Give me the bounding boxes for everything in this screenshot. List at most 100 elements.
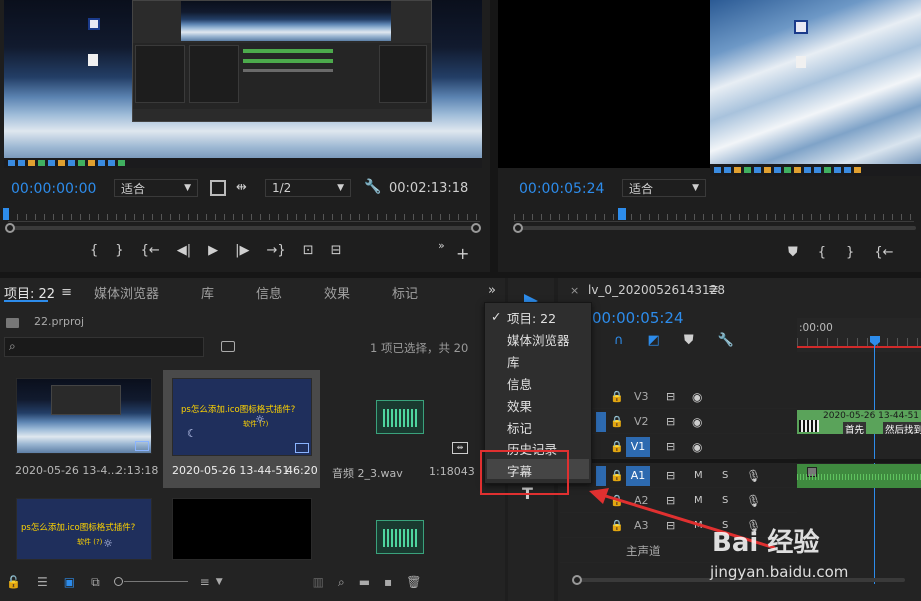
mark-out-icon[interactable]: } bbox=[115, 243, 123, 258]
overwrite-icon[interactable]: ⊟ bbox=[331, 243, 342, 258]
sort-icon[interactable]: ≡ bbox=[200, 575, 210, 589]
add-marker-icon[interactable]: ⛊ bbox=[788, 245, 798, 260]
menu-item-libraries[interactable]: 库 bbox=[507, 352, 520, 371]
source-fit-dropdown[interactable]: 适合 ▼ bbox=[114, 179, 198, 197]
go-to-in-icon[interactable]: {← bbox=[874, 245, 893, 260]
list-view-icon[interactable]: ☰ bbox=[37, 575, 48, 589]
add-button-icon[interactable]: + bbox=[456, 244, 469, 263]
project-item[interactable]: ps怎么添加.ico图标格式插件? 软件 (?) ☼ bbox=[4, 492, 162, 572]
go-to-in-icon[interactable]: {← bbox=[141, 243, 160, 258]
hamburger-icon[interactable]: ≡ bbox=[708, 282, 719, 297]
source-preview[interactable] bbox=[4, 0, 482, 168]
close-icon[interactable]: × bbox=[570, 284, 579, 297]
clear-icon[interactable]: 🗑 bbox=[406, 575, 421, 589]
step-forward-icon[interactable]: |▶ bbox=[235, 243, 249, 258]
track-v2[interactable]: 🔒 V2 ⊟ ◉ bbox=[560, 410, 797, 434]
video-clip[interactable]: 2020-05-26 13-44-51 [V] 首先 然后找到 bbox=[797, 410, 921, 434]
source-scrubber[interactable] bbox=[8, 210, 480, 222]
monitor-divider[interactable] bbox=[490, 0, 498, 272]
sync-icon[interactable]: ⊟ bbox=[666, 469, 675, 482]
play-icon[interactable]: ▶ bbox=[208, 243, 218, 258]
new-bin-icon[interactable] bbox=[221, 341, 235, 352]
mark-in-icon[interactable]: { bbox=[90, 243, 98, 258]
new-item-icon[interactable]: ▪ bbox=[384, 575, 392, 589]
tab-libraries[interactable]: 库 bbox=[201, 283, 214, 302]
sync-icon[interactable]: ⊟ bbox=[666, 415, 675, 428]
program-fit-dropdown[interactable]: 适合 ▼ bbox=[622, 179, 706, 197]
source-resolution-dropdown[interactable]: 1/2 ▼ bbox=[265, 179, 351, 197]
time-ruler[interactable]: :00:00 bbox=[797, 318, 921, 352]
menu-item-info[interactable]: 信息 bbox=[507, 374, 532, 393]
lock-icon[interactable]: 🔒 bbox=[610, 390, 624, 403]
safe-margins-icon[interactable] bbox=[210, 180, 226, 196]
project-item[interactable]: ⇹ 音频 2_3.wav 1:18043 bbox=[321, 370, 475, 488]
program-preview[interactable] bbox=[710, 0, 921, 176]
lock-icon[interactable]: 🔒 bbox=[610, 469, 624, 482]
zoom-slider[interactable] bbox=[113, 577, 188, 587]
step-icon[interactable]: ⇹ bbox=[236, 180, 247, 195]
freeform-view-icon[interactable]: ⧉ bbox=[91, 575, 100, 590]
program-zoom-handle-left[interactable] bbox=[513, 223, 523, 233]
solo-button[interactable]: S bbox=[722, 470, 728, 481]
scroll-handle-left[interactable] bbox=[572, 575, 582, 585]
insert-icon[interactable]: ⊡ bbox=[303, 243, 314, 258]
mark-in-icon[interactable]: { bbox=[818, 245, 826, 260]
source-zoom-handle-right[interactable] bbox=[471, 223, 481, 233]
linked-selection-icon[interactable]: ◩ bbox=[648, 333, 660, 348]
overflow-chevron-icon[interactable]: » bbox=[488, 283, 496, 298]
go-to-out-icon[interactable]: →} bbox=[267, 243, 286, 258]
tab-media-browser[interactable]: 媒体浏览器 bbox=[94, 283, 159, 302]
menu-item-effects[interactable]: 效果 bbox=[507, 396, 532, 415]
hamburger-icon[interactable]: ≡ bbox=[61, 285, 72, 300]
program-scrubber[interactable] bbox=[514, 210, 914, 222]
menu-item-markers[interactable]: 标记 bbox=[507, 418, 532, 437]
program-timecode[interactable]: 00:00:05:24 bbox=[519, 181, 604, 197]
source-timecode[interactable]: 00:00:00:00 bbox=[11, 181, 96, 197]
add-marker-icon[interactable]: ⛊ bbox=[684, 333, 694, 348]
lock-icon[interactable]: 🔒 bbox=[610, 440, 624, 453]
track-target[interactable] bbox=[596, 411, 606, 432]
source-zoom-bar[interactable] bbox=[8, 226, 480, 230]
sync-icon[interactable]: ⊟ bbox=[666, 440, 675, 453]
timeline-timecode[interactable]: 00:00:05:24 bbox=[592, 309, 684, 327]
tab-info[interactable]: 信息 bbox=[256, 283, 282, 302]
program-zoom-bar[interactable] bbox=[516, 226, 916, 230]
more-controls-icon[interactable]: » bbox=[438, 239, 445, 252]
step-back-icon[interactable]: ◀| bbox=[177, 243, 191, 258]
source-zoom-handle-left[interactable] bbox=[5, 223, 15, 233]
wrench-icon[interactable]: 🔧 bbox=[718, 333, 734, 348]
eye-icon[interactable]: ◉ bbox=[692, 440, 702, 454]
wrench-icon[interactable]: 🔧 bbox=[364, 179, 381, 195]
lock-icon[interactable]: 🔓 bbox=[6, 575, 21, 589]
lock-icon[interactable]: 🔒 bbox=[610, 415, 624, 428]
audio-clip[interactable] bbox=[797, 464, 921, 488]
track-v3[interactable]: 🔒 V3 ⊟ ◉ bbox=[560, 385, 797, 409]
mute-button[interactable]: M bbox=[694, 470, 703, 481]
automate-icon[interactable]: ▥ bbox=[313, 575, 324, 589]
icon-view-icon[interactable]: ▣ bbox=[64, 575, 75, 589]
mark-out-icon[interactable]: } bbox=[846, 245, 854, 260]
chevron-down-icon[interactable]: ▼ bbox=[216, 577, 223, 587]
project-item-selected[interactable]: ps怎么添加.ico图标格式插件? 软件 (?) ☾ ☼ 2020-05-26 … bbox=[163, 370, 320, 488]
project-item[interactable] bbox=[321, 492, 475, 572]
project-search-input[interactable]: ⌕ bbox=[4, 337, 204, 357]
menu-item-media-browser[interactable]: 媒体浏览器 bbox=[507, 330, 570, 349]
source-playhead[interactable] bbox=[3, 208, 9, 220]
program-playhead[interactable] bbox=[618, 208, 626, 220]
project-item[interactable] bbox=[163, 492, 320, 572]
new-bin-icon[interactable]: ▬ bbox=[359, 575, 370, 589]
sequence-tab[interactable]: lv_0_20200526143128 bbox=[588, 283, 725, 297]
find-icon[interactable]: ⌕ bbox=[338, 575, 345, 590]
work-area-bar[interactable] bbox=[797, 346, 921, 348]
sync-icon[interactable]: ⊟ bbox=[666, 390, 675, 403]
project-item[interactable]: 2020-05-26 13-4... 2:13:18 bbox=[4, 370, 162, 488]
snap-icon[interactable]: ∩ bbox=[614, 333, 624, 348]
tab-effects[interactable]: 效果 bbox=[324, 283, 350, 302]
menu-item-project[interactable]: 项目: 22 bbox=[507, 308, 556, 327]
track-v1[interactable]: 🔒 V1 ⊟ ◉ bbox=[560, 435, 797, 459]
eye-icon[interactable]: ◉ bbox=[692, 390, 702, 404]
eye-icon[interactable]: ◉ bbox=[692, 415, 702, 429]
tab-markers[interactable]: 标记 bbox=[392, 283, 418, 302]
track-divider[interactable] bbox=[560, 459, 921, 463]
microphone-icon[interactable]: 🎙 bbox=[746, 469, 761, 483]
